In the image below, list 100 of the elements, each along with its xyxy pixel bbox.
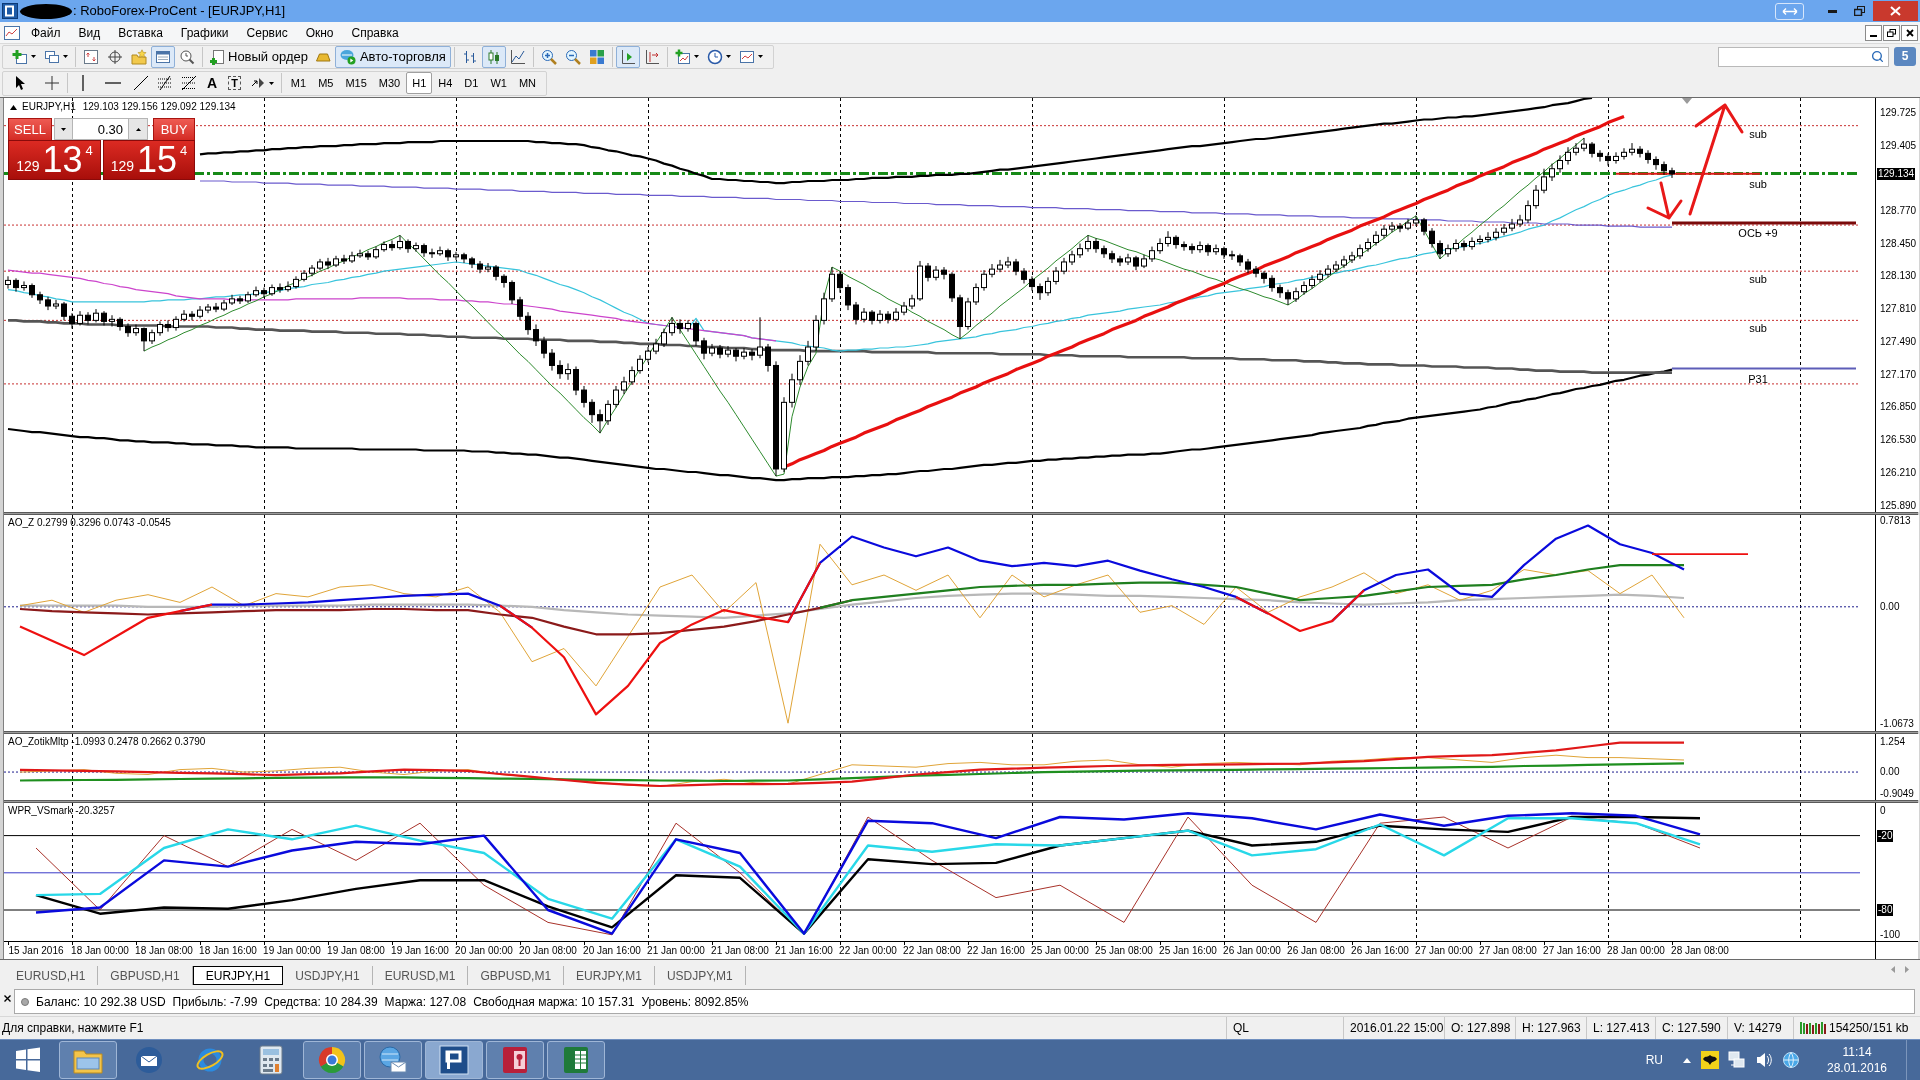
search-field[interactable]	[1718, 46, 1889, 67]
candlestick	[1229, 250, 1235, 261]
fibonacci-icon	[157, 75, 173, 92]
lot-size-field[interactable]: 0.30	[73, 118, 128, 140]
plus-document-icon	[209, 48, 225, 65]
resize-button[interactable]	[1775, 2, 1804, 20]
candlestick	[1661, 161, 1667, 176]
period-button[interactable]: M5	[312, 72, 340, 95]
segmented-circle-icon	[317, 1045, 347, 1075]
candlestick	[1541, 168, 1547, 194]
candlestick	[1565, 146, 1571, 166]
taskbar-app-button[interactable]	[547, 1041, 605, 1079]
candlestick	[1373, 230, 1379, 247]
period-button[interactable]: H1	[406, 72, 433, 95]
chart-tab[interactable]: EURJPY,M1	[564, 966, 655, 985]
chart-tab[interactable]: EURUSD,H1	[4, 966, 99, 985]
time-label: 19 Jan 16:00	[391, 945, 449, 957]
indicator-title: WPR_VSmark -20.3257	[8, 805, 115, 817]
time-label: 20 Jan 16:00	[583, 945, 641, 957]
period-button[interactable]: D1	[458, 72, 485, 95]
terminal-button[interactable]	[151, 45, 175, 68]
search-icon	[1871, 50, 1884, 64]
axis-label: -1.0673	[1880, 718, 1914, 730]
taskbar-app-button[interactable]	[364, 1041, 422, 1079]
network-icon	[1728, 1051, 1746, 1069]
plus-window-icon	[12, 48, 28, 65]
chart-type-button[interactable]	[481, 45, 506, 68]
chart-tab[interactable]: EURJPY,H1	[192, 966, 284, 985]
time-label: 26 Jan 08:00	[1287, 945, 1345, 957]
account-info: Уровень: 8092.85%	[641, 993, 749, 1011]
period-button[interactable]: M30	[372, 72, 407, 95]
period-button[interactable]: M1	[284, 72, 313, 95]
menu-item[interactable]: Окно	[296, 22, 343, 43]
chart-tab[interactable]: USDJPY,M1	[654, 966, 746, 985]
new-order-button[interactable]: Новый ордер	[206, 45, 311, 68]
chart-tab[interactable]: EURUSD,M1	[372, 966, 469, 985]
close-icon	[1890, 6, 1901, 16]
period-button[interactable]: M15	[339, 72, 373, 95]
candlestick	[1533, 184, 1539, 210]
menu-item[interactable]: Справка	[342, 22, 408, 43]
axis-label: 0	[1880, 804, 1886, 817]
candlestick	[629, 365, 635, 386]
candlestick	[213, 302, 219, 313]
chart-tab[interactable]: GBPUSD,M1	[468, 966, 565, 985]
chart-shift-button[interactable]	[615, 45, 640, 68]
candlestick	[1613, 151, 1619, 165]
magnifier-icon	[179, 48, 195, 65]
windows-icon	[44, 48, 60, 65]
menu-item[interactable]: Файл	[22, 22, 70, 43]
bars-icon	[461, 48, 478, 65]
restore-button[interactable]	[1883, 24, 1900, 41]
candlestick	[885, 310, 891, 324]
language-indicator: RU	[1645, 1052, 1663, 1069]
candlestick	[357, 249, 363, 259]
clock-date: 28.01.2016	[1826, 1060, 1888, 1076]
candlestick	[525, 311, 531, 336]
chart-tab[interactable]: GBPUSD,H1	[98, 966, 193, 985]
menu-item[interactable]: Графики	[171, 22, 238, 43]
status-text: Для справки, нажмите F1	[1, 1020, 145, 1037]
redaction-blot	[20, 3, 72, 19]
text-tool-button[interactable]: A	[201, 72, 224, 95]
badge-tile-icon	[1701, 1051, 1719, 1069]
close-button[interactable]	[1901, 24, 1918, 41]
candlestick	[589, 398, 595, 424]
candlestick	[581, 385, 587, 408]
sell-button[interactable]: SELL	[8, 118, 52, 140]
channel-icon	[181, 75, 197, 92]
chart-tab[interactable]: USDJPY,H1	[283, 966, 373, 985]
chat-button[interactable]: 5	[1894, 47, 1916, 67]
candlestick	[941, 266, 947, 280]
candlestick	[757, 316, 763, 359]
globe-envelope-icon	[377, 1045, 409, 1075]
axis-label: 129.725	[1880, 106, 1917, 119]
menu-item[interactable]: Вид	[69, 22, 110, 43]
candlestick	[597, 409, 603, 434]
collapse-button[interactable]	[9, 103, 17, 111]
account-info: Баланс: 10 292.38 USD	[36, 993, 166, 1011]
taskbar-app-button[interactable]	[486, 1041, 544, 1079]
label-tool-button[interactable]: T	[223, 72, 246, 95]
candlestick	[613, 385, 619, 408]
period-button[interactable]: W1	[484, 72, 513, 95]
time-label: 22 Jan 08:00	[903, 945, 961, 957]
caret-down-icon	[63, 55, 68, 59]
menu-item[interactable]: Вставка	[109, 22, 172, 43]
candlestick	[429, 248, 435, 259]
period-button[interactable]: MN	[512, 72, 543, 95]
buy-button[interactable]: BUY	[153, 118, 195, 140]
candlestick	[1437, 239, 1443, 260]
period-button[interactable]: H4	[432, 72, 459, 95]
candlestick	[1213, 244, 1219, 256]
candlestick	[1165, 230, 1171, 248]
menu-item[interactable]: Сервис	[237, 22, 297, 43]
candlestick	[1557, 154, 1563, 174]
taskbar-app-button[interactable]	[425, 1041, 483, 1079]
minimize-button[interactable]	[1865, 24, 1882, 41]
decrease-lot-button[interactable]	[54, 118, 73, 140]
candlestick	[821, 292, 827, 325]
candlestick	[541, 336, 547, 359]
caret-down-icon	[268, 81, 274, 85]
auto-trading-button[interactable]: Авто-торговля	[334, 45, 451, 68]
